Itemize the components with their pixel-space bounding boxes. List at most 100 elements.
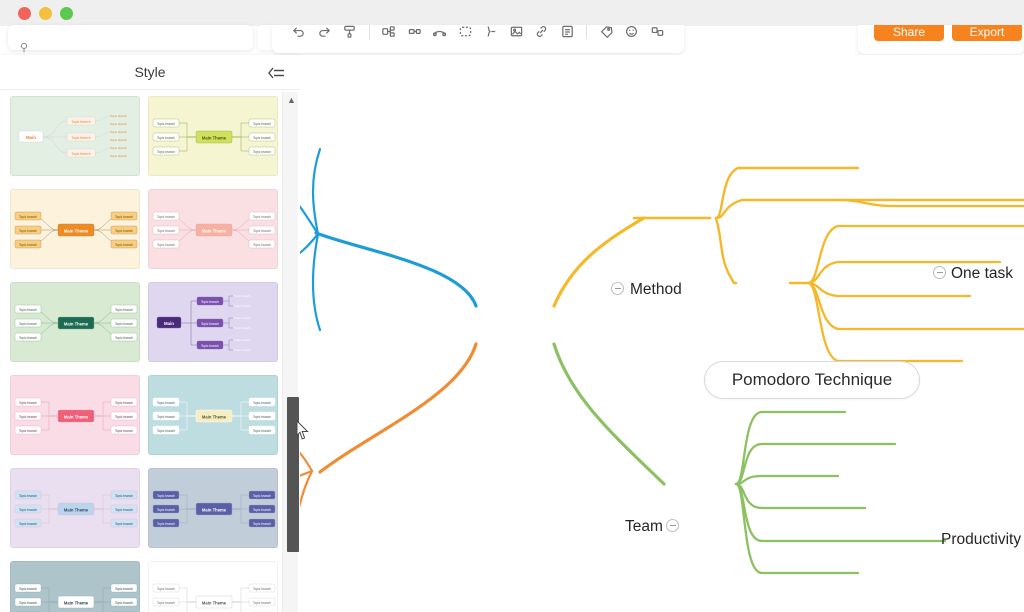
svg-text:Topic branch: Topic branch: [234, 326, 251, 330]
chevron-up-icon[interactable]: ▲: [286, 95, 297, 106]
svg-text:Topic branch: Topic branch: [19, 322, 37, 326]
page-title: Style: [134, 64, 166, 80]
mindmap-canvas[interactable]: Pomodoro Technique Method Team One task Prod…: [300, 55, 1024, 612]
link-icon[interactable]: [529, 25, 555, 44]
node-one-task[interactable]: One task: [951, 265, 1013, 283]
svg-text:Topic branch: Topic branch: [115, 494, 133, 498]
svg-text:Topic branch: Topic branch: [157, 401, 175, 405]
collapse-panel-icon[interactable]: [266, 65, 286, 81]
redo-icon[interactable]: [312, 25, 338, 44]
root-node[interactable]: Pomodoro Technique: [704, 361, 920, 399]
theme-thumbnail[interactable]: Main Theme Topic branch Topic branch Topic …: [10, 468, 140, 548]
undo-icon[interactable]: [286, 25, 312, 44]
svg-text:Topic branch: Topic branch: [19, 429, 37, 433]
svg-text:Topic branch: Topic branch: [157, 136, 175, 140]
svg-text:Main Theme: Main Theme: [64, 600, 89, 605]
svg-text:Topic branch: Topic branch: [115, 308, 133, 312]
svg-text:Main: Main: [164, 321, 174, 326]
image-icon[interactable]: [504, 25, 530, 44]
collapse-node-icon-method[interactable]: [611, 282, 624, 295]
window-titlebar: [0, 0, 1024, 26]
svg-text:Topic branch: Topic branch: [234, 304, 251, 308]
svg-text:Topic branch: Topic branch: [115, 601, 133, 605]
svg-text:Topic branch: Topic branch: [115, 229, 133, 233]
svg-text:Topic branch: Topic branch: [110, 114, 127, 118]
svg-text:Topic branch: Topic branch: [157, 587, 175, 591]
svg-text:Topic branch: Topic branch: [115, 322, 133, 326]
mouse-cursor: [296, 419, 310, 445]
svg-text:Topic branch: Topic branch: [157, 508, 175, 512]
sticker-icon[interactable]: [619, 25, 645, 44]
tag-icon[interactable]: [593, 25, 619, 44]
theme-thumbnail-scroll[interactable]: Main Topic branch Topic branch Topic branch…: [0, 90, 300, 612]
svg-text:Topic branch: Topic branch: [253, 601, 271, 605]
node-productivity[interactable]: Productivity: [941, 531, 1021, 549]
close-window-button[interactable]: [18, 7, 31, 20]
collapse-node-icon-one-task[interactable]: [933, 266, 946, 279]
theme-thumbnail[interactable]: Main Topic branch Topic branch Topic branch…: [148, 282, 278, 362]
svg-text:Topic branch: Topic branch: [234, 348, 251, 352]
svg-text:Topic branch: Topic branch: [157, 415, 175, 419]
svg-text:Topic branch: Topic branch: [234, 294, 251, 298]
svg-text:Topic branch: Topic branch: [71, 136, 90, 140]
svg-text:Topic branch: Topic branch: [253, 229, 271, 233]
svg-text:Topic branch: Topic branch: [19, 401, 37, 405]
svg-text:Main Theme: Main Theme: [202, 414, 227, 419]
note-icon[interactable]: [555, 25, 581, 44]
search-icon: ⚲: [20, 42, 29, 54]
theme-thumbnail[interactable]: Main Theme Topic branch Topic branch Topic …: [10, 561, 140, 612]
node-team[interactable]: Team: [625, 518, 663, 536]
toolbar-divider: [368, 25, 370, 39]
theme-thumbnail[interactable]: Main Theme Topic branch Topic branch Topic …: [148, 189, 278, 269]
svg-text:Topic branch: Topic branch: [19, 601, 37, 605]
svg-text:Topic branch: Topic branch: [157, 601, 175, 605]
svg-text:Topic branch: Topic branch: [157, 122, 175, 126]
style-panel: Style Main Topic branch Topic branch Topic …: [0, 55, 300, 612]
theme-thumbnail[interactable]: Main Theme Topic branch Topic branch Topic …: [148, 96, 278, 176]
collapse-node-icon-team[interactable]: [666, 519, 679, 532]
theme-thumbnail[interactable]: Main Topic branch Topic branch Topic branch…: [10, 96, 140, 176]
node-method[interactable]: Method: [630, 281, 682, 299]
style-panel-scrollbar[interactable]: ▲: [282, 92, 299, 612]
theme-thumbnail[interactable]: Main Theme Topic branch Topic branch Topic …: [10, 375, 140, 455]
boundary-icon[interactable]: [452, 25, 478, 44]
svg-text:Topic branch: Topic branch: [157, 429, 175, 433]
svg-text:Topic branch: Topic branch: [19, 336, 37, 340]
svg-text:Topic branch: Topic branch: [115, 508, 133, 512]
relationship-icon[interactable]: [427, 25, 453, 44]
svg-text:Topic branch: Topic branch: [110, 130, 127, 134]
subtopic-icon[interactable]: [401, 25, 427, 44]
paint-format-icon[interactable]: [337, 25, 363, 44]
emoji-icon[interactable]: [644, 25, 670, 44]
svg-text:Topic branch: Topic branch: [115, 415, 133, 419]
theme-thumbnail[interactable]: Main Theme Topic branch Topic branch Topic …: [10, 189, 140, 269]
summary-icon[interactable]: [478, 25, 504, 44]
svg-text:Topic branch: Topic branch: [115, 336, 133, 340]
svg-text:Main: Main: [26, 135, 36, 140]
svg-text:Topic branch: Topic branch: [19, 494, 37, 498]
theme-thumbnail[interactable]: Main Theme Topic branch Topic branch Topic …: [10, 282, 140, 362]
svg-text:Main Theme: Main Theme: [64, 507, 89, 512]
svg-text:Topic branch: Topic branch: [253, 494, 271, 498]
svg-text:Topic branch: Topic branch: [253, 429, 271, 433]
svg-text:Topic branch: Topic branch: [253, 150, 271, 154]
svg-text:Topic branch: Topic branch: [110, 122, 127, 126]
topic-icon[interactable]: [376, 25, 402, 44]
search-bar-card[interactable]: ⚲: [8, 25, 253, 54]
svg-text:Topic branch: Topic branch: [19, 215, 37, 219]
svg-text:Topic branch: Topic branch: [253, 415, 271, 419]
export-button[interactable]: Export: [952, 25, 1022, 41]
svg-text:Topic branch: Topic branch: [253, 508, 271, 512]
share-button[interactable]: Share: [874, 25, 944, 41]
minimize-window-button[interactable]: [39, 7, 52, 20]
svg-text:Main Theme: Main Theme: [202, 135, 227, 140]
svg-text:Topic branch: Topic branch: [71, 120, 90, 124]
theme-thumbnail[interactable]: Main Theme Topic branch Topic branch Topic …: [148, 468, 278, 548]
theme-thumbnail[interactable]: Main Theme Topic branch Topic branch Topic …: [148, 375, 278, 455]
svg-text:Topic branch: Topic branch: [201, 300, 219, 304]
window-controls: [18, 7, 73, 20]
svg-text:Topic branch: Topic branch: [234, 316, 251, 320]
maximize-window-button[interactable]: [60, 7, 73, 20]
theme-thumbnail[interactable]: Main Theme Topic branch Topic branch Topic …: [148, 561, 278, 612]
svg-text:Topic branch: Topic branch: [19, 415, 37, 419]
